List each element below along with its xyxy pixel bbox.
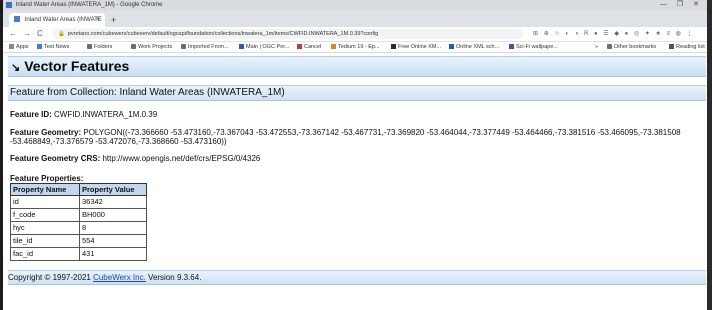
feature-geometry-value: POLYGON((-73.366660 -53.473160,-73.36704… bbox=[10, 128, 681, 146]
page-content: ↘ Vector Features Feature from Collection… bbox=[8, 56, 706, 261]
table-row: hyc 8 bbox=[10, 221, 147, 235]
bookmarks-bar: Apps Test News Folders Work Projects Imp… bbox=[3, 42, 707, 53]
reload-icon[interactable]: C bbox=[37, 27, 43, 41]
feature-properties-label: Feature Properties: bbox=[10, 174, 84, 183]
property-value: 8 bbox=[79, 221, 147, 235]
bookmark-folders[interactable]: Folders bbox=[87, 42, 112, 52]
bookmark-free-online-xml[interactable]: Free Online XM... bbox=[391, 42, 441, 52]
extension-icons[interactable]: ⊞ ⊕ ☆ ◐ ◑ R ● ☰ ◆ ● ◎ ✦ ★ ≡ ◍ ⋮ bbox=[533, 30, 695, 37]
cubewerx-link[interactable]: CubeWerx Inc. bbox=[93, 273, 146, 282]
property-name: hyc bbox=[10, 221, 80, 235]
table-row: tile_id 554 bbox=[10, 234, 147, 248]
feature-id-value: CWFID.INWATERA_1M.0.39 bbox=[54, 110, 158, 119]
arrow-icon: ↘ bbox=[11, 62, 21, 74]
feature-id-label: Feature ID: bbox=[10, 110, 52, 119]
properties-table: Property Name Property Value id 36342 f_… bbox=[10, 183, 147, 261]
folder-icon bbox=[87, 44, 92, 50]
bookmark-work-projects[interactable]: Work Projects bbox=[131, 42, 172, 52]
tab-close-icon[interactable]: × bbox=[96, 13, 100, 27]
bookmark-online-xml-schema[interactable]: Online XML sch... bbox=[449, 42, 499, 52]
favicon-icon bbox=[14, 16, 20, 23]
page-icon bbox=[297, 44, 302, 50]
tab-label: Inland Water Areas (INWATE bbox=[24, 17, 102, 23]
chrome-icon bbox=[6, 2, 12, 8]
bookmark-scifi-wallpaper[interactable]: Sci-Fi wallpape... bbox=[509, 42, 558, 52]
feature-crs-row: Feature Geometry CRS: http://www.opengis… bbox=[10, 154, 706, 163]
table-row: f_code BH000 bbox=[10, 208, 147, 222]
property-value: 431 bbox=[79, 247, 147, 261]
property-name: fac_id bbox=[10, 247, 80, 261]
page-icon bbox=[509, 44, 514, 50]
desktop-edge-right bbox=[707, 0, 712, 310]
page-header: ↘ Vector Features bbox=[8, 56, 706, 77]
property-value: 36342 bbox=[79, 195, 147, 209]
list-icon bbox=[669, 44, 674, 50]
window-titlebar: Inland Water Areas (INWATERA_1M) - Googl… bbox=[3, 0, 707, 10]
bookmark-test-news[interactable]: Test News bbox=[37, 42, 69, 52]
version-text: Version 9.3.64. bbox=[145, 273, 202, 282]
table-header-row: Property Name Property Value bbox=[10, 183, 147, 196]
bookmarks-overflow-icon[interactable]: » bbox=[595, 42, 598, 52]
column-header-name: Property Name bbox=[10, 183, 80, 196]
page-icon bbox=[331, 44, 336, 50]
table-row: id 36342 bbox=[10, 195, 147, 209]
property-value: 554 bbox=[79, 234, 147, 248]
bookmark-apps[interactable]: Apps bbox=[9, 42, 29, 52]
page-icon bbox=[449, 44, 454, 50]
copyright-text: Copyright © 1997-2021 bbox=[8, 273, 94, 282]
page-title: Vector Features bbox=[24, 58, 130, 74]
news-icon bbox=[37, 44, 42, 50]
apps-icon bbox=[9, 44, 14, 50]
bookmark-ogc-portal[interactable]: Main | OGC Por... bbox=[239, 42, 289, 52]
browser-toolbar: ← → C 🔒 pvretano.com/cubewerx/cubeserv/de… bbox=[3, 27, 707, 42]
tab-active[interactable]: Inland Water Areas (INWATE × bbox=[9, 13, 105, 27]
window-controls[interactable]: — ❐ ✕ bbox=[660, 0, 703, 10]
bookmark-reading-list[interactable]: Reading list bbox=[669, 42, 705, 52]
feature-crs-label: Feature Geometry CRS: bbox=[10, 154, 101, 163]
property-value: BH000 bbox=[79, 208, 147, 222]
feature-geometry-row: Feature Geometry: POLYGON((-73.366660 -5… bbox=[10, 128, 700, 146]
folder-icon bbox=[181, 44, 186, 50]
bookmark-imported[interactable]: Imported From... bbox=[181, 42, 229, 52]
bookmark-cancel[interactable]: Cancel bbox=[297, 42, 321, 52]
property-name: id bbox=[10, 195, 80, 209]
tab-strip: Inland Water Areas (INWATE × + bbox=[3, 10, 707, 27]
feature-crs-value: http://www.opengis.net/def/crs/EPSG/0/43… bbox=[102, 154, 261, 163]
window-title: Inland Water Areas (INWATERA_1M) - Googl… bbox=[15, 2, 163, 8]
property-name: tile_id bbox=[10, 234, 80, 248]
new-tab-button[interactable]: + bbox=[111, 13, 116, 27]
page-icon bbox=[391, 44, 396, 50]
column-header-value: Property Value bbox=[79, 183, 147, 196]
address-bar[interactable]: 🔒 pvretano.com/cubewerx/cubeserv/default/… bbox=[53, 29, 523, 39]
folder-icon bbox=[131, 44, 136, 50]
forward-icon[interactable]: → bbox=[23, 27, 31, 41]
page-icon bbox=[239, 44, 244, 50]
bookmark-tedium[interactable]: Tedium 19 - Ep... bbox=[331, 42, 380, 52]
back-icon[interactable]: ← bbox=[9, 27, 17, 41]
collection-heading: Feature from Collection: Inland Water Ar… bbox=[8, 85, 706, 101]
feature-geometry-label: Feature Geometry: bbox=[10, 128, 82, 137]
feature-id-row: Feature ID: CWFID.INWATERA_1M.0.39 bbox=[10, 110, 706, 119]
lock-icon: 🔒 bbox=[58, 31, 65, 37]
page-footer: Copyright © 1997-2021 CubeWerx Inc. Vers… bbox=[8, 270, 706, 285]
address-url: pvretano.com/cubewerx/cubeserv/default/o… bbox=[67, 31, 379, 37]
folder-icon bbox=[607, 44, 612, 50]
property-name: f_code bbox=[10, 208, 80, 222]
bookmark-other[interactable]: Other bookmarks bbox=[607, 42, 656, 52]
table-row: fac_id 431 bbox=[10, 247, 147, 261]
